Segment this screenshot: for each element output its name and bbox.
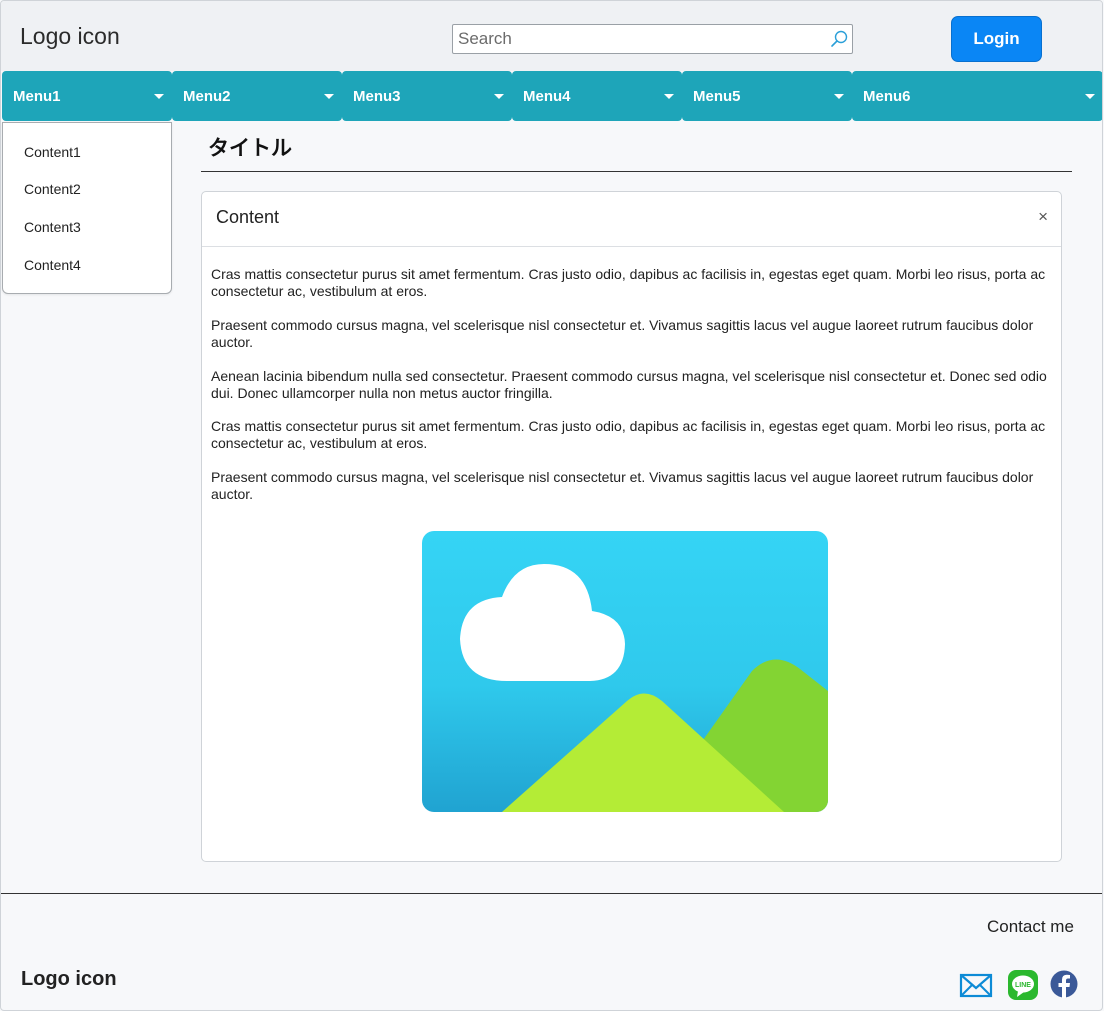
card-header: Content ×: [202, 192, 1061, 247]
nav-label: Menu1: [13, 87, 61, 105]
paragraph: Praesent commodo cursus magna, vel scele…: [211, 469, 1034, 502]
main-nav: Menu1 Menu2 Menu3 Menu4 Menu5 Menu6: [2, 71, 1102, 121]
svg-text:LINE: LINE: [1015, 982, 1031, 989]
dropdown-item-content1[interactable]: Content1: [24, 144, 81, 160]
page-title: タイトル: [208, 137, 292, 160]
paragraph: Cras mattis consectetur purus sit amet f…: [211, 266, 1046, 299]
line-icon[interactable]: LINE: [1006, 970, 1040, 1000]
nav-menu3[interactable]: Menu3: [342, 71, 512, 121]
contact-link[interactable]: Contact me: [987, 917, 1074, 937]
chevron-down-icon: [834, 94, 844, 99]
logo[interactable]: Logo icon: [20, 23, 120, 50]
card-title: Content: [216, 207, 280, 227]
chevron-down-icon: [1085, 94, 1095, 99]
paragraph: Cras mattis consectetur purus sit amet f…: [211, 418, 1046, 451]
page: Logo icon Login Menu1 Menu2 Menu3 Menu4: [0, 0, 1103, 1011]
header: Logo icon Login: [1, 1, 1102, 71]
paragraph: Praesent commodo cursus magna, vel scele…: [211, 317, 1034, 350]
content-card: Content × Cras mattis consectetur purus …: [201, 191, 1062, 862]
footer-logo[interactable]: Logo icon: [21, 968, 117, 991]
dropdown-item-content3[interactable]: Content3: [24, 219, 81, 235]
chevron-down-icon: [154, 94, 164, 99]
image-placeholder-icon: [422, 531, 828, 812]
close-icon[interactable]: ×: [1038, 207, 1048, 227]
mail-icon[interactable]: [959, 970, 993, 1000]
search-box[interactable]: [452, 24, 853, 54]
nav-menu4[interactable]: Menu4: [512, 71, 682, 121]
dropdown-item-content2[interactable]: Content2: [24, 181, 81, 197]
paragraph: Aenean lacinia bibendum nulla sed consec…: [211, 368, 1047, 401]
nav-label: Menu2: [183, 87, 231, 105]
nav-menu5[interactable]: Menu5: [682, 71, 852, 121]
nav-label: Menu6: [863, 87, 911, 105]
search-input[interactable]: [453, 25, 823, 53]
chevron-down-icon: [324, 94, 334, 99]
chevron-down-icon: [664, 94, 674, 99]
nav-menu6[interactable]: Menu6: [852, 71, 1102, 121]
chevron-down-icon: [494, 94, 504, 99]
footer-divider: [1, 893, 1102, 894]
nav-label: Menu4: [523, 87, 571, 105]
nav-menu2[interactable]: Menu2: [172, 71, 342, 121]
nav-label: Menu5: [693, 87, 741, 105]
nav-label: Menu3: [353, 87, 401, 105]
nav-menu1[interactable]: Menu1: [2, 71, 172, 121]
menu1-dropdown: Content1 Content2 Content3 Content4: [2, 122, 172, 294]
login-button[interactable]: Login: [951, 16, 1042, 62]
dropdown-item-content4[interactable]: Content4: [24, 257, 81, 273]
title-divider: [201, 171, 1072, 172]
search-icon[interactable]: [829, 29, 849, 49]
facebook-icon[interactable]: [1047, 970, 1081, 1000]
